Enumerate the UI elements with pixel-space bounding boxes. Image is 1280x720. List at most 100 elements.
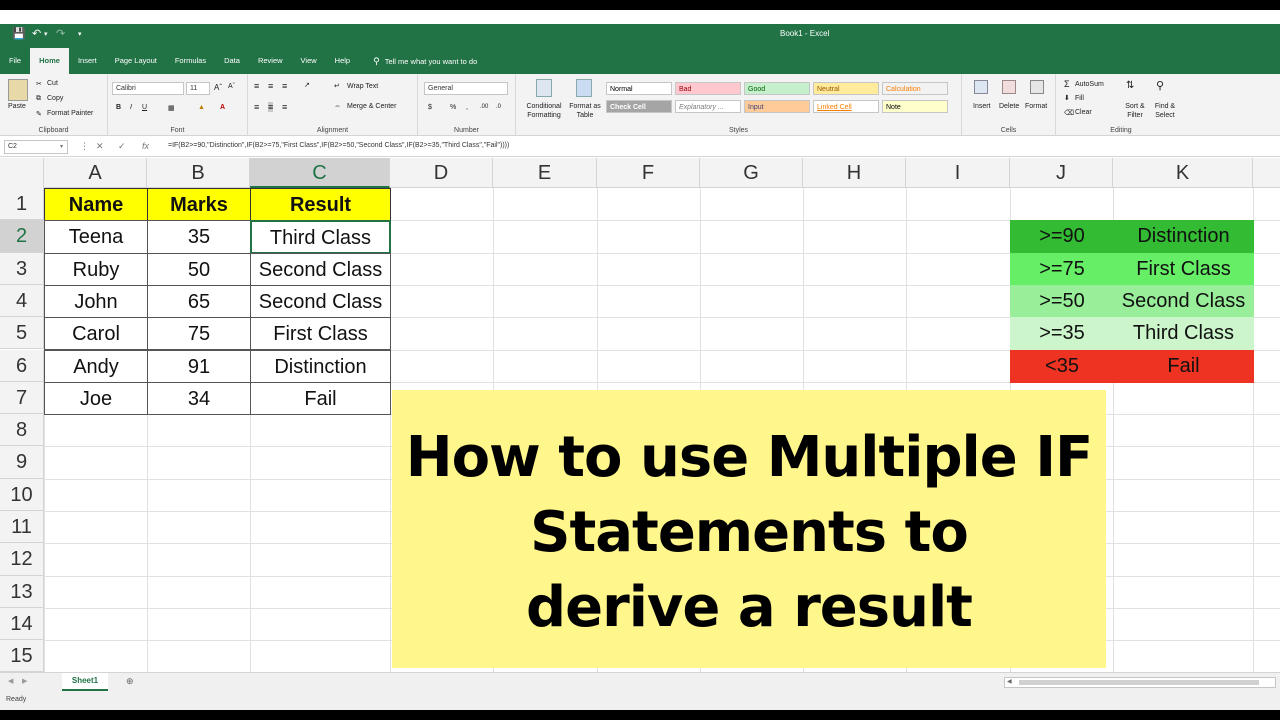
table-data-cell[interactable]: Third Class — [250, 220, 391, 254]
table-data-cell[interactable]: John — [44, 284, 148, 319]
bold-icon[interactable]: B — [116, 104, 121, 111]
legend-condition-cell[interactable]: >=35 — [1010, 317, 1114, 351]
name-box[interactable]: C2 — [4, 140, 68, 154]
copy-icon[interactable]: ⧉ — [36, 95, 41, 103]
table-data-cell[interactable]: 35 — [147, 220, 251, 254]
wrap-text-button[interactable]: Wrap Text — [347, 83, 378, 90]
prev-sheet-icon[interactable]: ◀ — [8, 677, 13, 685]
find-select-icon[interactable]: ⚲ — [1156, 79, 1164, 92]
row-header-4[interactable]: 4 — [0, 284, 44, 318]
decrease-decimal-icon[interactable]: .0 — [496, 104, 501, 110]
copy-button[interactable]: Copy — [47, 95, 63, 102]
legend-result-cell[interactable]: Third Class — [1113, 317, 1254, 351]
tab-file[interactable]: File — [0, 48, 30, 74]
format-painter-icon[interactable]: ✎ — [36, 110, 42, 118]
cell-style-option[interactable]: Explanatory ... — [675, 100, 741, 113]
row-header-15[interactable]: 15 — [0, 640, 44, 672]
worksheet-grid[interactable]: ABCDEFGHIJK 1 2 3 4 5 6 7 8 9 10 11 12 13 14 15 Name Ma… — [0, 158, 1280, 672]
delete-button[interactable]: Delete — [999, 103, 1019, 110]
table-data-cell[interactable]: 91 — [147, 349, 251, 383]
merge-center-icon[interactable]: ⇔ — [334, 103, 341, 110]
orientation-icon[interactable]: ↗ — [304, 81, 310, 89]
tab-formulas[interactable]: Formulas — [166, 48, 215, 74]
row-header-3[interactable]: 3 — [0, 252, 44, 285]
column-header-f[interactable]: F — [597, 158, 700, 188]
customize-qat-icon[interactable]: ▾ — [78, 30, 82, 38]
cell-style-option[interactable]: Input — [744, 100, 810, 113]
conditional-formatting-button[interactable]: Conditional Formatting — [522, 102, 566, 120]
wrap-text-icon[interactable]: ↵ — [334, 82, 340, 90]
row-header-5[interactable]: 5 — [0, 317, 44, 350]
format-painter-button[interactable]: Format Painter — [47, 110, 93, 117]
grow-font-icon[interactable]: Aˆ — [214, 83, 222, 92]
tab-data[interactable]: Data — [215, 48, 249, 74]
number-format-box[interactable]: General — [424, 82, 508, 95]
column-header-h[interactable]: H — [803, 158, 906, 188]
table-data-cell[interactable]: Second Class — [250, 252, 391, 286]
cell-style-option[interactable]: Check Cell — [606, 100, 672, 113]
column-header-a[interactable]: A — [44, 158, 147, 188]
currency-icon[interactable]: $ — [428, 104, 432, 111]
table-data-cell[interactable]: 75 — [147, 317, 251, 351]
table-data-cell[interactable]: Andy — [44, 349, 148, 383]
legend-result-cell[interactable]: Fail — [1113, 349, 1254, 383]
column-header-b[interactable]: B — [147, 158, 250, 188]
format-cells-icon[interactable] — [1030, 80, 1044, 94]
table-data-cell[interactable]: Teena — [44, 220, 148, 254]
column-header-k[interactable]: K — [1113, 158, 1253, 188]
insert-cells-icon[interactable] — [974, 80, 988, 94]
find-select-button[interactable]: Find & Select — [1150, 102, 1180, 120]
table-data-cell[interactable]: Second Class — [250, 284, 391, 319]
increase-decimal-icon[interactable]: .00 — [480, 104, 488, 110]
tell-me-box[interactable]: ⚲ Tell me what you want to do — [359, 56, 477, 67]
table-header-cell[interactable]: Marks — [147, 188, 251, 222]
table-header-cell[interactable]: Result — [250, 188, 391, 222]
name-box-dropdown-icon[interactable]: ▾ — [60, 143, 63, 150]
format-as-table-button[interactable]: Format as Table — [568, 102, 602, 120]
insert-button[interactable]: Insert — [973, 103, 991, 110]
middle-align-icon[interactable]: ≡ — [268, 81, 273, 91]
undo-icon[interactable]: ↶ — [32, 27, 41, 40]
row-header-1[interactable]: 1 — [0, 188, 44, 221]
legend-condition-cell[interactable]: >=50 — [1010, 284, 1114, 319]
paste-button[interactable]: Paste — [8, 103, 26, 110]
table-data-cell[interactable]: Fail — [250, 381, 391, 416]
legend-result-cell[interactable]: Second Class — [1113, 284, 1254, 319]
column-header-i[interactable]: I — [906, 158, 1010, 188]
fill-button[interactable]: Fill — [1075, 95, 1084, 102]
fill-color-icon[interactable]: ▲ — [198, 104, 205, 111]
row-header-2[interactable]: 2 — [0, 220, 44, 253]
clear-button[interactable]: Clear — [1075, 109, 1092, 116]
sheet-tab-sheet1[interactable]: Sheet1 — [62, 673, 108, 691]
cut-button[interactable]: Cut — [47, 80, 58, 87]
redo-icon[interactable]: ↷ — [56, 27, 65, 40]
autosum-icon[interactable]: Σ — [1064, 79, 1070, 89]
next-sheet-icon[interactable]: ▶ — [22, 677, 27, 685]
column-header-j[interactable]: J — [1010, 158, 1113, 188]
column-header-d[interactable]: D — [390, 158, 493, 188]
tab-review[interactable]: Review — [249, 48, 292, 74]
row-header-10[interactable]: 10 — [0, 478, 44, 511]
legend-result-cell[interactable]: First Class — [1113, 252, 1254, 286]
insert-function-icon[interactable]: fx — [142, 141, 149, 151]
select-all-corner[interactable] — [0, 158, 44, 188]
legend-condition-cell[interactable]: >=75 — [1010, 252, 1114, 286]
tab-view[interactable]: View — [292, 48, 326, 74]
scrollbar-thumb[interactable] — [1019, 680, 1259, 685]
cell-style-option[interactable]: Bad — [675, 82, 741, 95]
cell-style-option[interactable]: Linked Cell — [813, 100, 879, 113]
cell-style-option[interactable]: Neutral — [813, 82, 879, 95]
add-sheet-icon[interactable]: ⊕ — [126, 676, 134, 687]
tab-help[interactable]: Help — [326, 48, 359, 74]
formula-input[interactable]: =IF(B2>=90,"Distinction",IF(B2>=75,"Firs… — [168, 142, 509, 149]
enter-icon[interactable]: ✓ — [118, 141, 126, 152]
row-header-12[interactable]: 12 — [0, 543, 44, 576]
undo-dropdown-icon[interactable]: ▾ — [44, 30, 48, 38]
percent-icon[interactable]: % — [450, 104, 456, 111]
save-icon[interactable]: 💾 — [12, 27, 26, 40]
cell-style-option[interactable]: Normal — [606, 82, 672, 95]
format-as-table-icon[interactable] — [576, 79, 592, 97]
table-data-cell[interactable]: Joe — [44, 381, 148, 416]
row-header-8[interactable]: 8 — [0, 414, 44, 447]
tab-home[interactable]: Home — [30, 48, 69, 74]
